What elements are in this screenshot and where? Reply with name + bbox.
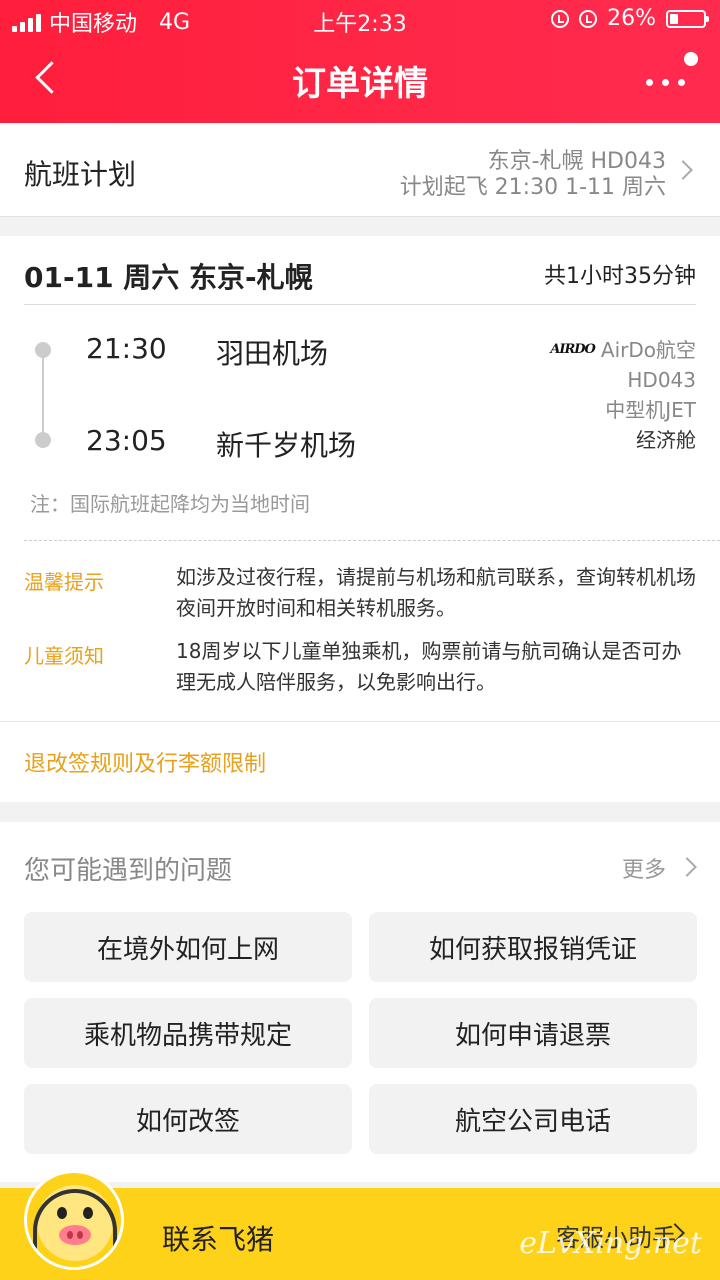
timeline-line: [42, 350, 44, 440]
notification-dot-icon: [684, 52, 698, 66]
flight-plan-row[interactable]: 航班计划 东京-札幌 HD043 计划起飞 21:30 1-11 周六: [0, 123, 720, 217]
faq-item[interactable]: 如何获取报销凭证: [369, 912, 697, 982]
watermark: eLvXing.net: [519, 1226, 702, 1261]
faq-title: 您可能遇到的问题: [24, 856, 233, 886]
tip-text: 如涉及过夜行程，请提前与机场和航司联系，查询转机机场夜间开放时间和相关转机服务。: [176, 565, 696, 620]
time-note: 注：国际航班起降均为当地时间: [30, 492, 310, 516]
header-bar: 中国移动 4G 上午2:33 26% 订单详情: [0, 0, 720, 123]
airline-name: AirDo航空: [600, 338, 696, 362]
tip-label: 温馨提示: [24, 570, 104, 594]
faq-item[interactable]: 航空公司电话: [369, 1084, 697, 1154]
dashed-divider: [24, 540, 720, 541]
more-options-button[interactable]: [646, 74, 696, 90]
page-title: 订单详情: [292, 64, 428, 104]
airline-logo-icon: AIRDO: [550, 342, 596, 357]
faq-more-link[interactable]: 更多: [622, 852, 666, 884]
service-avatar-icon[interactable]: [24, 1170, 124, 1270]
divider: [0, 721, 720, 722]
rules-link[interactable]: 退改签规则及行李额限制: [24, 746, 266, 778]
faq-item[interactable]: 在境外如何上网: [24, 912, 352, 982]
flight-card: 01-11 周六 东京-札幌 共1小时35分钟 21:30 羽田机场 23:05…: [0, 236, 720, 802]
contact-label[interactable]: 联系飞猪: [162, 1218, 274, 1258]
cabin-class: 经济舱: [636, 428, 696, 452]
arrival-dot-icon: [35, 432, 51, 448]
arrival-time: 23:05: [86, 424, 167, 457]
faq-item[interactable]: 乘机物品携带规定: [24, 998, 352, 1068]
flight-date-route: 01-11 周六 东京-札幌: [24, 261, 313, 294]
child-notice-text: 18周岁以下儿童单独乘机，购票前请与航司确认是否可办理无成人陪伴服务，以免影响出…: [176, 639, 682, 694]
flight-number: HD043: [627, 368, 696, 392]
departure-time: 21:30: [86, 332, 167, 365]
faq-item[interactable]: 如何申请退票: [369, 998, 697, 1068]
aircraft-type: 中型机JET: [605, 398, 696, 422]
faq-section: 您可能遇到的问题 更多 在境外如何上网 如何获取报销凭证 乘机物品携带规定 如何…: [0, 822, 720, 1182]
chevron-right-icon: [673, 160, 693, 180]
flight-plan-scheduled: 计划起飞 21:30 1-11 周六: [399, 175, 666, 200]
faq-item[interactable]: 如何改签: [24, 1084, 352, 1154]
flight-info: AIRDO AirDo航空 HD043 中型机JET 经济舱: [550, 335, 696, 455]
divider: [24, 304, 696, 305]
flight-plan-label: 航班计划: [24, 158, 137, 191]
child-notice-label: 儿童须知: [24, 644, 104, 668]
battery-percent: 26%: [607, 6, 656, 31]
alarm-icon: [579, 9, 598, 28]
battery-icon: [666, 9, 709, 28]
rotation-lock-icon: [551, 9, 570, 28]
chevron-right-icon: [677, 857, 697, 877]
flight-duration: 共1小时35分钟: [544, 264, 696, 289]
departure-airport: 羽田机场: [216, 337, 329, 370]
arrival-airport: 新千岁机场: [216, 429, 357, 462]
status-bar: 中国移动 4G 上午2:33 26%: [0, 0, 720, 40]
